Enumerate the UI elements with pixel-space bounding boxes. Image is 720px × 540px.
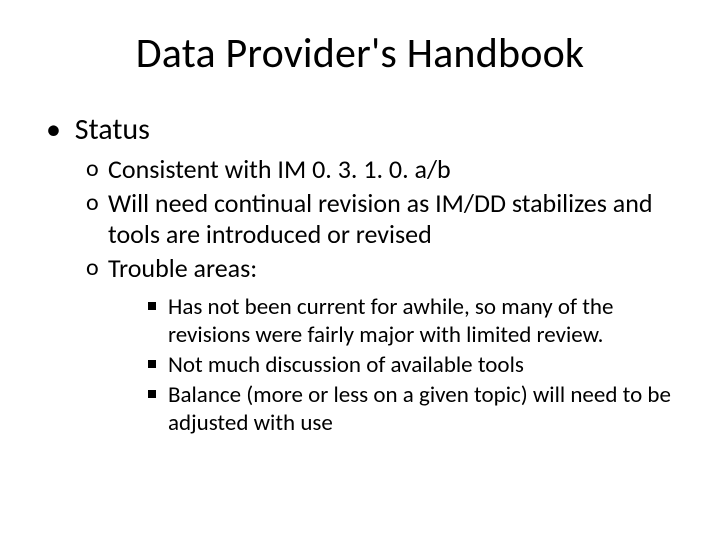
slide: Data Provider's Handbook Status Consiste… [0,0,720,540]
bullet-list-level2: Consistent with IM 0. 3. 1. 0. a/b Will … [50,154,680,437]
list-item-label: Has not been current for awhile, so many… [168,293,613,349]
list-item-label: Consistent with IM 0. 3. 1. 0. a/b [108,153,451,185]
list-item: Consistent with IM 0. 3. 1. 0. a/b [86,154,680,186]
list-item-label: Status [75,111,150,148]
list-item-label: Will need continual revision as IM/DD st… [108,187,653,251]
list-item: Has not been current for awhile, so many… [148,293,680,349]
bullet-list-level1: Status Consistent with IM 0. 3. 1. 0. a/… [40,111,680,437]
list-item: Not much discussion of available tools [148,351,680,379]
list-item-label: Balance (more or less on a given topic) … [168,381,671,437]
list-item-label: Trouble areas: [108,252,257,284]
list-item: Will need continual revision as IM/DD st… [86,188,680,251]
list-item: Balance (more or less on a given topic) … [148,381,680,437]
slide-title: Data Provider's Handbook [40,28,680,79]
list-item-label: Not much discussion of available tools [168,351,524,379]
list-item: Status Consistent with IM 0. 3. 1. 0. a/… [50,111,680,437]
bullet-list-level3: Has not been current for awhile, so many… [108,293,680,437]
list-item: Trouble areas: Has not been current for … [86,253,680,437]
